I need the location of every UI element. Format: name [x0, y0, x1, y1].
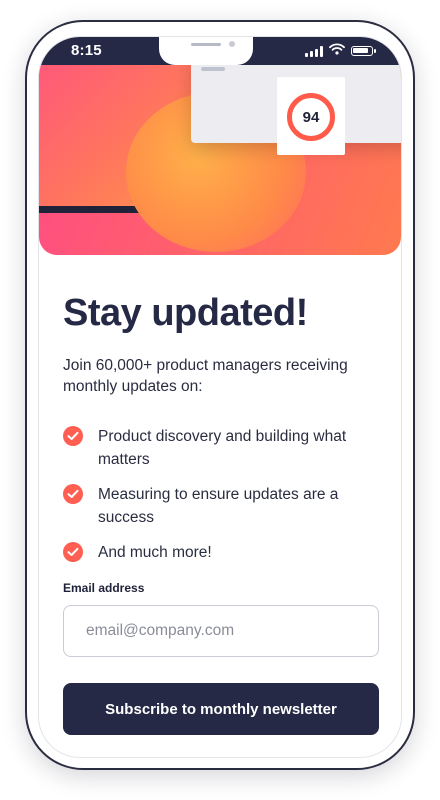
- benefit-text: Product discovery and building what matt…: [98, 428, 347, 468]
- score-ring: 94: [287, 93, 335, 141]
- intro-text: Join 60,000+ product managers receiving …: [63, 357, 348, 395]
- signal-icon: [305, 45, 323, 57]
- check-icon: [63, 426, 83, 446]
- battery-icon: [351, 46, 376, 56]
- score-card: 94: [191, 65, 401, 155]
- benefit-text: Measuring to ensure updates are a succes…: [98, 486, 339, 526]
- card-line: [201, 67, 225, 71]
- list-item: Product discovery and building what matt…: [63, 425, 363, 471]
- status-icons: [305, 42, 376, 60]
- status-time: 8:15: [71, 42, 102, 59]
- email-field[interactable]: [63, 605, 379, 657]
- camera-dot: [229, 41, 235, 47]
- page-title: Stay updated!: [63, 292, 308, 334]
- benefit-text: And much more!: [98, 544, 212, 561]
- status-bar: 8:15: [39, 37, 401, 65]
- wifi-icon: [329, 42, 345, 60]
- list-item: Measuring to ensure updates are a succes…: [63, 483, 363, 529]
- score-value: 94: [302, 108, 320, 126]
- check-icon: [63, 484, 83, 504]
- score-box: 94: [277, 77, 345, 155]
- benefit-list: Product discovery and building what matt…: [63, 425, 363, 576]
- hero-illustration: 94: [39, 65, 401, 255]
- subscribe-button[interactable]: Subscribe to monthly newsletter: [63, 683, 379, 735]
- list-item: And much more!: [63, 541, 363, 564]
- speaker-grille: [191, 43, 221, 46]
- phone-screen: 8:15 94 Stay updated! Join 60,000+ produ…: [38, 36, 402, 758]
- email-label: Email address: [63, 581, 145, 595]
- check-icon: [63, 542, 83, 562]
- notch: [159, 37, 253, 65]
